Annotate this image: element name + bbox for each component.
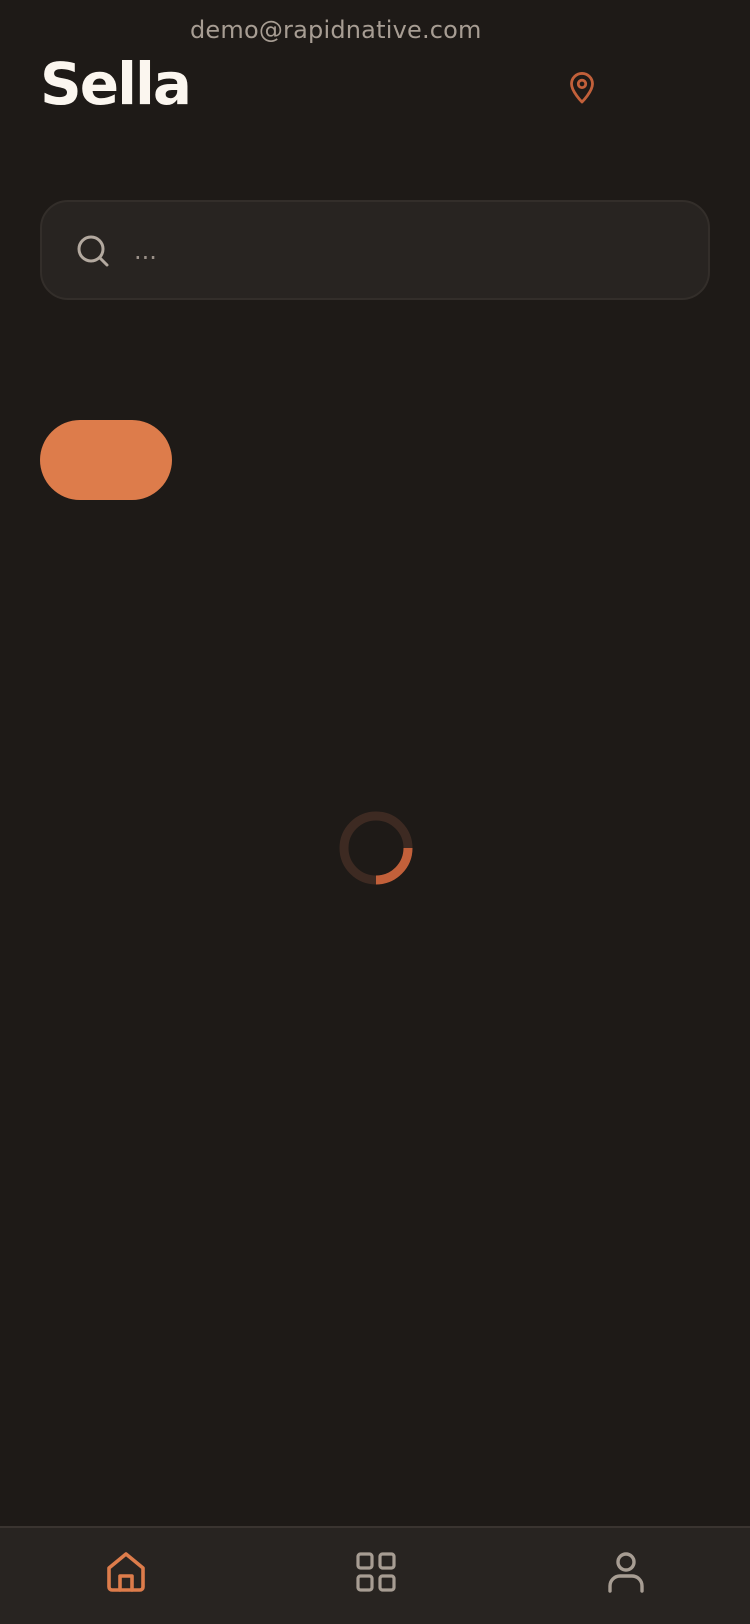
search-icon [77, 235, 109, 267]
nav-tab-profile[interactable] [596, 1544, 656, 1600]
category-chip[interactable] [40, 420, 172, 500]
user-icon [608, 1552, 644, 1593]
loading-spinner [339, 811, 413, 885]
bottom-nav [0, 1526, 750, 1624]
grid-icon [356, 1552, 396, 1592]
nav-tab-home[interactable] [96, 1544, 156, 1600]
location-button[interactable] [566, 70, 598, 106]
home-screen: demo@rapidnative.com Sella [0, 0, 750, 1624]
search-input[interactable] [134, 228, 674, 274]
app-title: Sella [40, 50, 192, 118]
search-bar[interactable] [40, 200, 710, 300]
nav-tab-categories[interactable] [346, 1544, 406, 1600]
account-email: demo@rapidnative.com [190, 16, 482, 44]
home-icon [107, 1552, 145, 1592]
spinner-arc [375, 847, 413, 885]
map-pin-icon [570, 72, 594, 104]
